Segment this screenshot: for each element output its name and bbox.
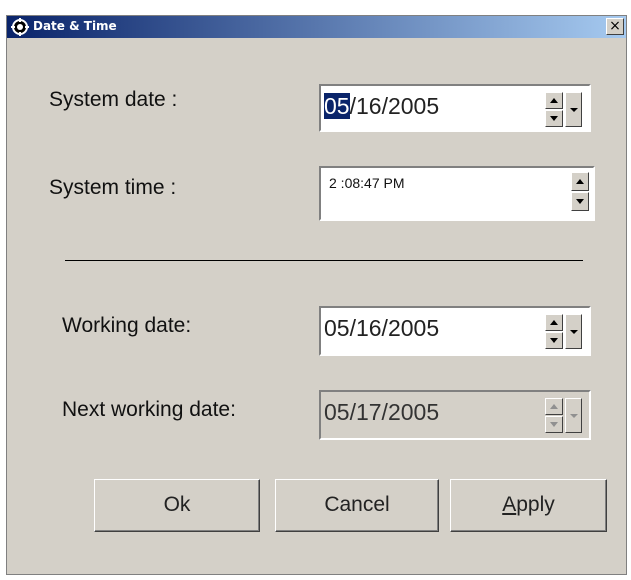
next-working-date-up-button <box>545 398 563 415</box>
arrow-up-icon <box>576 179 584 184</box>
title-bar: Date & Time × <box>7 16 626 38</box>
working-date-picker[interactable]: 05/16/2005 <box>319 306 591 356</box>
working-date-dropdown-button[interactable] <box>565 314 582 349</box>
arrow-down-icon <box>576 199 584 204</box>
arrow-down-icon <box>550 338 558 343</box>
window-title: Date & Time <box>33 19 117 33</box>
system-date-label: System date : <box>49 88 178 111</box>
next-working-date-value: 05/17/2005 <box>324 399 440 425</box>
cancel-button-label: Cancel <box>324 493 390 516</box>
next-working-date-down-button <box>545 416 563 433</box>
working-date-label: Working date: <box>62 314 192 337</box>
system-date-selected-month[interactable]: 05 <box>324 93 350 119</box>
arrow-down-icon <box>550 422 558 427</box>
system-time-down-button[interactable] <box>571 192 589 211</box>
working-date-down-button[interactable] <box>545 332 563 349</box>
system-time-label: System time : <box>49 176 177 199</box>
section-divider <box>65 260 583 261</box>
close-button[interactable]: × <box>606 18 624 35</box>
close-icon: × <box>609 18 621 34</box>
apply-button-label: Apply <box>502 493 555 516</box>
system-time-value: 2 :08:47 PM <box>329 175 405 191</box>
system-date-value: 05/16/2005 <box>324 93 440 119</box>
arrow-down-icon <box>550 116 558 121</box>
system-date-picker[interactable]: 05/16/2005 <box>319 84 591 132</box>
system-time-up-button[interactable] <box>571 172 589 191</box>
cancel-button[interactable]: Cancel <box>275 479 439 532</box>
system-date-spinner[interactable] <box>545 92 563 127</box>
working-date-spinner[interactable] <box>545 314 563 349</box>
date-time-dialog: Date & Time × System date : 05/16/2005 S… <box>6 15 627 575</box>
apply-button[interactable]: Apply <box>450 479 607 532</box>
system-time-field[interactable]: 2 :08:47 PM <box>319 166 595 221</box>
clock-gear-icon <box>11 18 29 36</box>
arrow-up-icon <box>550 404 558 409</box>
arrow-up-icon <box>550 320 558 325</box>
system-date-down-button[interactable] <box>545 110 563 127</box>
working-date-up-button[interactable] <box>545 314 563 331</box>
system-date-up-button[interactable] <box>545 92 563 109</box>
chevron-down-icon <box>570 108 578 112</box>
next-working-date-dropdown-button <box>565 398 582 433</box>
arrow-up-icon <box>550 98 558 103</box>
next-working-date-label: Next working date: <box>62 398 236 421</box>
system-date-dropdown-button[interactable] <box>565 92 582 127</box>
ok-button[interactable]: Ok <box>94 479 260 532</box>
next-working-date-picker: 05/17/2005 <box>319 390 591 440</box>
next-working-date-spinner <box>545 398 563 433</box>
ok-button-label: Ok <box>163 493 191 516</box>
chevron-down-icon <box>570 330 578 334</box>
chevron-down-icon <box>570 414 578 418</box>
working-date-value: 05/16/2005 <box>324 315 440 341</box>
